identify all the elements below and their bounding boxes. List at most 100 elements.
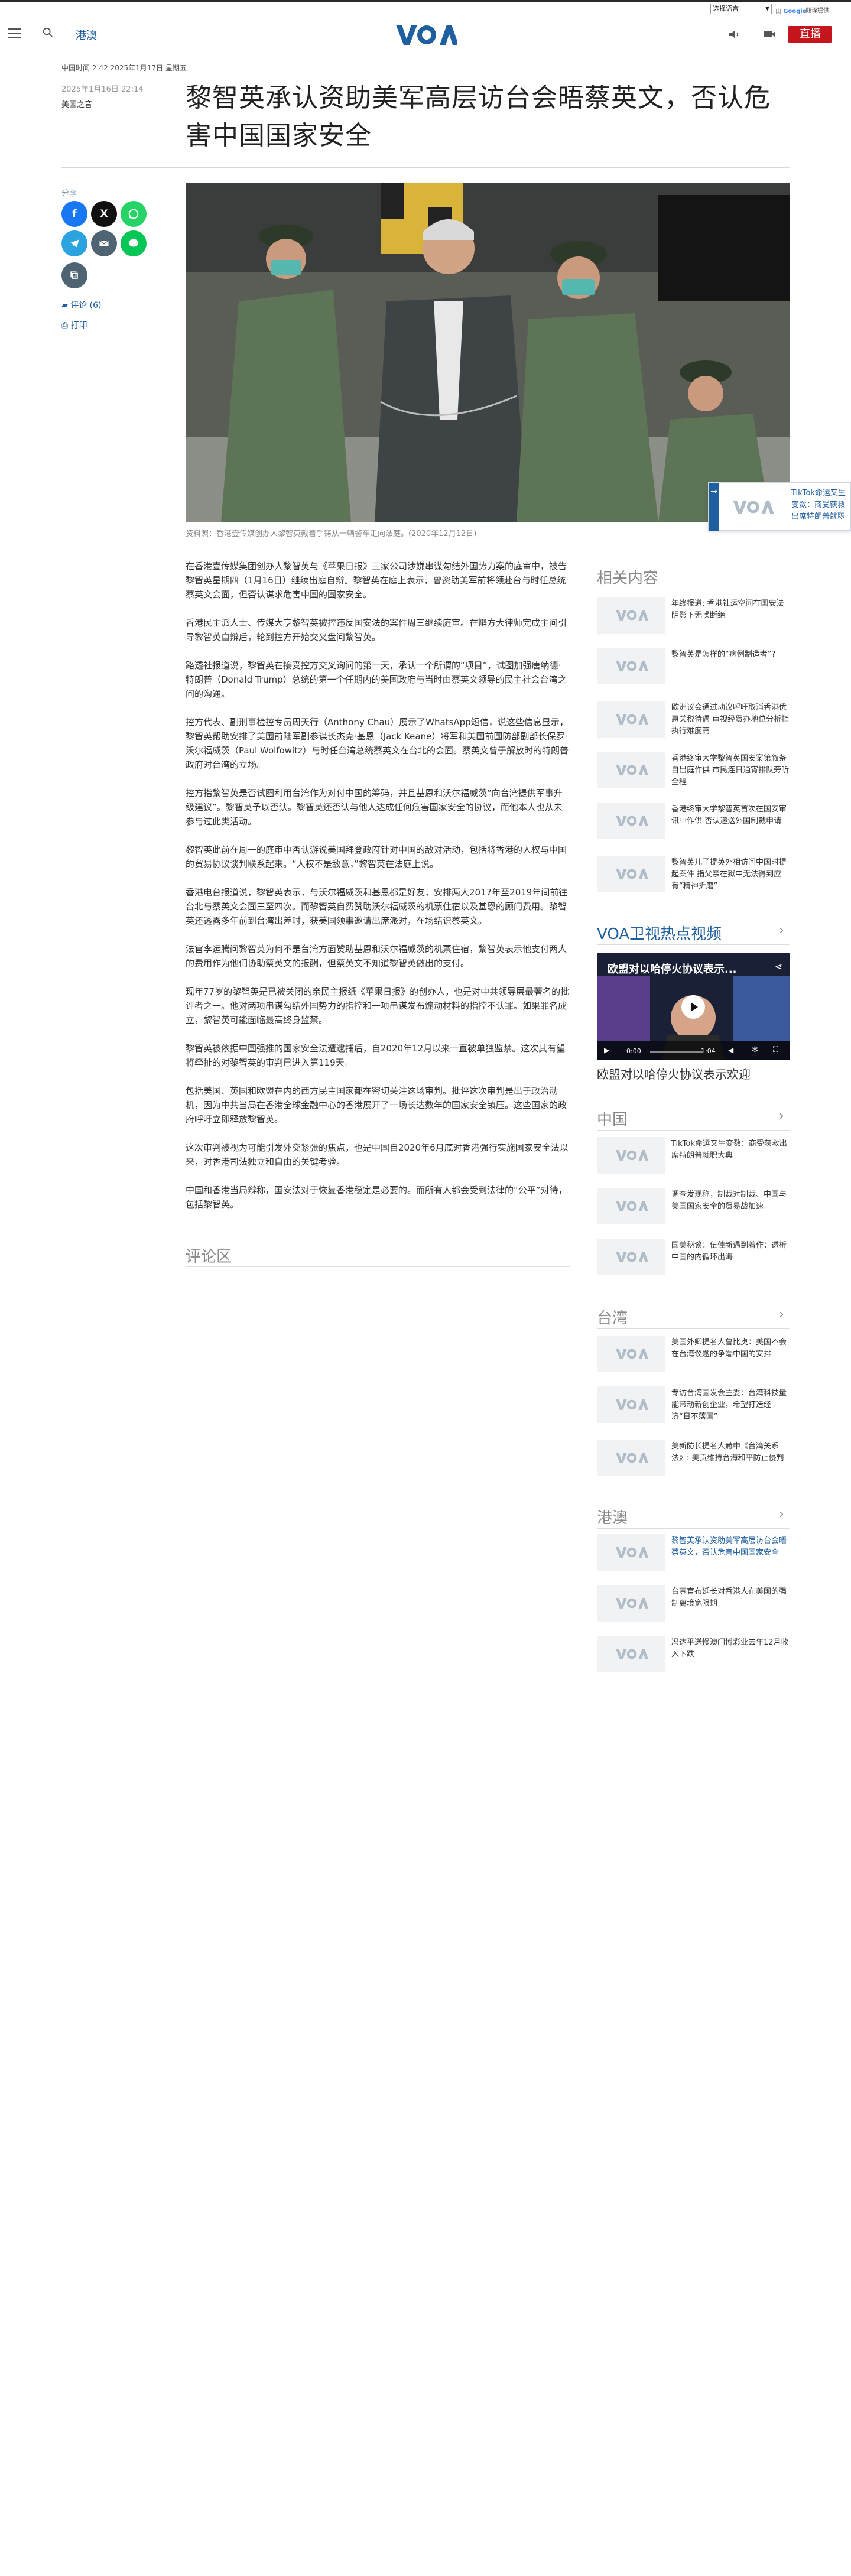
video-progress-bar[interactable] — [650, 1051, 703, 1053]
video-camera-icon[interactable] — [762, 28, 777, 40]
voa-thumbnail — [597, 752, 665, 788]
print-link-label: 打印 — [70, 321, 87, 330]
voa-thumbnail — [597, 1386, 665, 1423]
hk-item[interactable]: 黎智英承认资助美军高层访台会晤蔡英文，否认危害中国国家安全 — [597, 1534, 790, 1574]
article-date: 2025年1月16日 22:14 — [61, 85, 144, 94]
chevron-right-icon[interactable]: › — [779, 1307, 784, 1322]
china-item-title: TikTok命运又生变数：商受获救出席特朗普就职大典 — [671, 1139, 787, 1160]
print-link[interactable]: ⎙ 打印 — [61, 319, 87, 331]
translate-link[interactable]: 翻译提供 — [805, 5, 829, 14]
voa-thumbnail — [597, 648, 665, 684]
article-paragraph: 中国和香港当局辩称，国安法对于恢复香港稳定是必要的。而所有人都会受到法律的“公平… — [186, 1185, 567, 1210]
article-paragraph: 控方代表、副刑事检控专员周天行（Anthony Chau）展示了WhatsApp… — [186, 717, 569, 770]
voa-logo — [731, 498, 774, 516]
copy-link-icon[interactable] — [61, 262, 87, 288]
voa-thumbnail — [597, 803, 665, 839]
taiwan-divider — [597, 1328, 790, 1329]
video-player[interactable]: 欧盟对以哈停火协议表示... ⋖ ▶ 0:00 1:04 ◀ ✻ ⛶ — [597, 953, 790, 1060]
hk-item[interactable]: 台壹官布延长对香港人在美国的强制离境宽限期 — [597, 1585, 790, 1625]
article-body: 在香港壹传媒集团创办人黎智英与《苹果日报》三家公司涉嫌串谋勾结外国势力案的庭审中… — [186, 559, 570, 1226]
related-item[interactable]: 欧洲议会通过动议呼吁取消香港优惠关税待遇 审视经贸办地位分析指执行难度高 — [597, 701, 790, 741]
taiwan-heading[interactable]: 台湾 — [597, 1306, 628, 1328]
china-item[interactable]: 国美秘谈：伍佳新遇到着作：透析中国的内循环出海 — [597, 1239, 790, 1279]
hk-item[interactable]: 冯达平送慢澳门博彩业去年12月收入下跌 — [597, 1636, 790, 1676]
live-button[interactable]: 直播 — [788, 26, 832, 43]
video-section-heading[interactable]: VOA卫视热点视频 — [597, 922, 722, 944]
email-share-icon[interactable] — [91, 230, 117, 256]
taiwan-item-title: 美新防长提名人赫申《台湾关系法》: 美贡维持台海和平防止侵判 — [671, 1442, 784, 1463]
voa-thumbnail — [597, 1534, 665, 1571]
chevron-right-icon[interactable]: › — [779, 923, 784, 938]
article-paragraph: 路透社报道说，黎智英在接受控方交叉询问的第一天，承认一个所谓的“项目”，试图加强… — [186, 660, 567, 699]
related-item[interactable]: 黎智英儿子提英外相访问中国时提起案件 指父亲在狱中无法得到应有“精神折磨” — [597, 856, 790, 896]
chevron-right-icon[interactable]: › — [779, 1109, 784, 1123]
china-item[interactable]: TikTok命运又生变数：商受获救出席特朗普就职大典 — [597, 1137, 790, 1177]
whatsapp-share-icon[interactable] — [121, 201, 147, 227]
dateline: 中国时间 2:42 2025年1月17日 星期五 — [61, 64, 187, 72]
voa-thumbnail — [597, 1137, 665, 1174]
article-paragraph: 包括美国、英国和欧盟在内的西方民主国家都在密切关注这场审判。批评这次审判是出于政… — [186, 1086, 567, 1125]
related-item[interactable]: 黎智英是怎样的“病例制造者”? — [597, 648, 790, 688]
floating-news-card[interactable]: → TikTok命运又生变数：商受获救出席特朗普就职 — [708, 482, 851, 531]
article-paragraph: 法官李运腾问黎智英为何不是台湾方面赞助基恩和沃尔福威茨的机票住宿，黎智英表示他支… — [186, 944, 567, 969]
search-icon[interactable] — [43, 27, 56, 40]
fullscreen-icon[interactable]: ⛶ — [773, 1045, 778, 1054]
voa-thumbnail — [597, 597, 665, 634]
china-divider — [597, 1130, 790, 1131]
voa-thumbnail — [597, 1440, 665, 1476]
floating-card-title: TikTok命运又生变数：商受获救出席特朗普就职 — [791, 489, 846, 521]
arrow-right-icon[interactable]: → — [709, 483, 719, 531]
language-select-value: 选择语言 — [713, 5, 739, 12]
article-paragraph: 现年77岁的黎智英是已被关闭的亲民主报纸《苹果日报》的创办人，也是对中共领导层最… — [186, 986, 570, 1025]
hero-photo — [186, 183, 790, 522]
taiwan-item[interactable]: 专访台湾国发会主委：台湾科技量能带动新创企业，希望打造经济“日不落国” — [597, 1386, 790, 1427]
video-caption[interactable]: 欧盟对以哈停火协议表示欢迎 — [597, 1065, 751, 1082]
language-select[interactable]: 选择语言 ▼ — [710, 4, 772, 14]
comments-section-title: 评论区 — [186, 1248, 232, 1266]
title-divider — [61, 167, 790, 168]
line-share-icon[interactable] — [121, 230, 147, 256]
hk-item-title: 黎智英承认资助美军高层访台会晤蔡英文，否认危害中国国家安全 — [671, 1536, 787, 1557]
telegram-share-icon[interactable] — [61, 230, 87, 256]
related-item-title: 年终报道: 香港社运空间在国安法阴影下无噪断绝 — [671, 599, 784, 620]
share-label: 分享 — [61, 189, 77, 198]
settings-icon[interactable]: ✻ — [752, 1045, 758, 1054]
voa-logo[interactable] — [394, 21, 459, 48]
related-item[interactable]: 年终报道: 香港社运空间在国安法阴影下无噪断绝 — [597, 597, 790, 637]
menu-icon[interactable] — [8, 28, 21, 39]
voa-thumbnail — [597, 856, 665, 892]
google-logo: Google — [783, 8, 807, 15]
taiwan-item[interactable]: 美新防长提名人赫申《台湾关系法》: 美贡维持台海和平防止侵判 — [597, 1440, 790, 1480]
audio-icon[interactable] — [728, 28, 741, 40]
article-author[interactable]: 美国之音 — [61, 98, 92, 109]
taiwan-item-title: 美国外卿提名人鲁比奥：美国不会在台湾议题的争端中国的安排 — [671, 1338, 787, 1359]
article-paragraph: 控方指黎智英是否试图利用台湾作为对付中国的筹码，并且基恩和沃尔福威茨“向台湾提供… — [186, 788, 563, 827]
utility-bar: 选择语言 ▼ 由 Google 翻译提供 — [0, 0, 851, 15]
related-item[interactable]: 香港终审大学黎智英首次在国安审讯中作供 否认递送外国制裁申请 — [597, 803, 790, 843]
comments-divider — [186, 1266, 570, 1267]
share-icon[interactable]: ⋖ — [775, 961, 782, 972]
chevron-right-icon[interactable]: › — [779, 1507, 784, 1522]
related-item-title: 欧洲议会通过动议呼吁取消香港优惠关税待遇 审视经贸办地位分析指执行难度高 — [671, 703, 790, 736]
play-icon[interactable] — [681, 995, 705, 1019]
related-item-title: 黎智英儿子提英外相访问中国时提起案件 指父亲在狱中无法得到应有“精神折磨” — [671, 858, 787, 891]
video-duration: 1:04 — [701, 1047, 716, 1055]
china-item[interactable]: 调查发现称，制裁对制裁、中国与美国国家安全的贸易战加速 — [597, 1188, 790, 1228]
voa-thumbnail — [597, 1239, 665, 1275]
video-play-control[interactable]: ▶ — [604, 1046, 609, 1054]
china-heading[interactable]: 中国 — [597, 1107, 628, 1129]
related-item-title: 黎智英是怎样的“病例制造者”? — [671, 650, 776, 659]
related-heading: 相关内容 — [597, 570, 659, 587]
facebook-share-icon[interactable]: f — [61, 201, 87, 227]
x-share-icon[interactable]: X — [91, 201, 117, 227]
section-link[interactable]: 港澳 — [76, 27, 97, 43]
comment-link[interactable]: ▰ 评论 (6) — [61, 299, 102, 311]
taiwan-item[interactable]: 美国外卿提名人鲁比奥：美国不会在台湾议题的争端中国的安排 — [597, 1336, 790, 1376]
related-item[interactable]: 香港终审大学黎智英国安案第叙条自出庭作供 市民连日通宵排队旁听全程 — [597, 752, 790, 792]
article-paragraph: 香港民主派人士、传媒大亨黎智英被控违反国安法的案件周三继续庭审。在辩方大律师完成… — [186, 618, 567, 642]
print-icon: ⎙ — [61, 321, 69, 330]
article-paragraph: 黎智英被依据中国强推的国家安全法遭逮捕后，自2020年12月以来一直被单独监禁。… — [186, 1043, 566, 1068]
hk-heading[interactable]: 港澳 — [597, 1506, 628, 1528]
volume-icon[interactable]: ◀ — [728, 1046, 733, 1054]
voa-thumbnail — [597, 1636, 665, 1672]
